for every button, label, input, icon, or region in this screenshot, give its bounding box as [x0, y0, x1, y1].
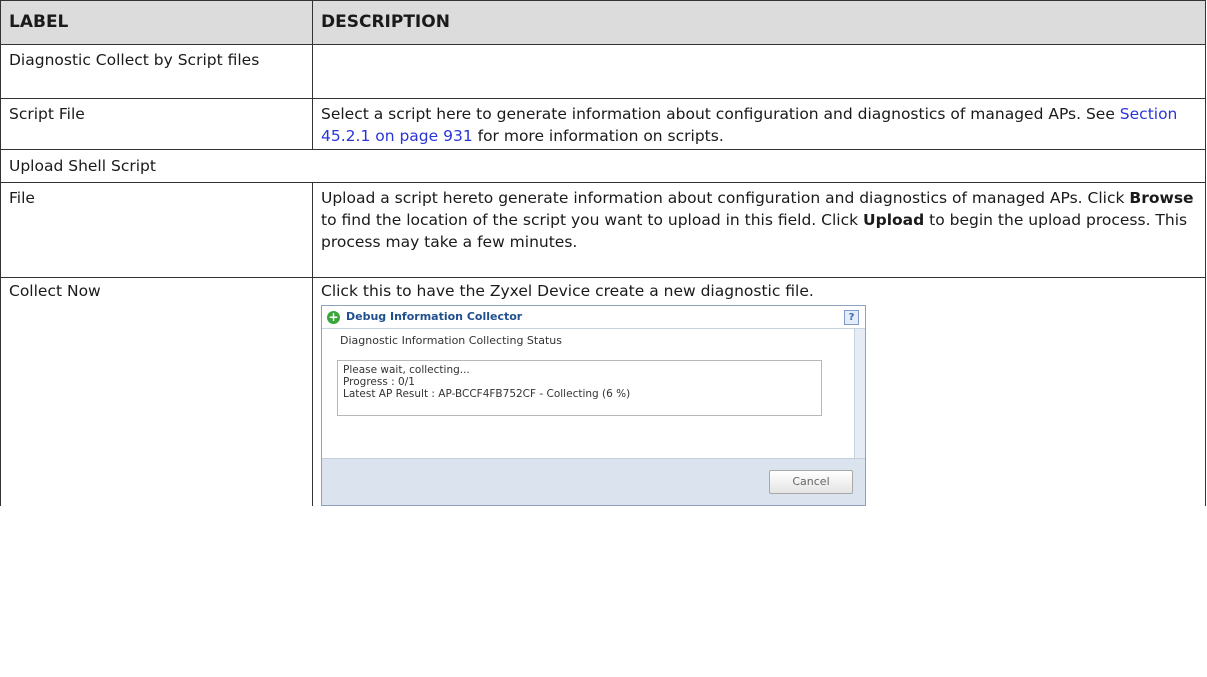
- table-row: Diagnostic Collect by Script files: [0, 44, 1206, 99]
- upload-term: Upload: [863, 211, 925, 229]
- status-heading: Diagnostic Information Collecting Status: [340, 334, 562, 347]
- description-column-header: DESCRIPTION: [312, 0, 1206, 45]
- table-row: Collect Now Click this to have the Zyxel…: [0, 277, 1206, 506]
- row-description: [312, 44, 1206, 99]
- table-header-row: LABEL DESCRIPTION: [0, 0, 1206, 45]
- table-section-row: Upload Shell Script: [0, 149, 1206, 183]
- browse-term: Browse: [1129, 189, 1194, 207]
- scrollbar[interactable]: [854, 329, 865, 459]
- debug-collector-dialog: + Debug Information Collector ? Diagnost…: [321, 305, 866, 506]
- row-description: Upload a script hereto generate informat…: [312, 182, 1206, 278]
- section-label: Upload Shell Script: [0, 149, 1206, 183]
- status-line: Progress : 0/1: [343, 376, 415, 388]
- table-row: File Upload a script hereto generate inf…: [0, 182, 1206, 278]
- status-textarea: Please wait, collecting... Progress : 0/…: [337, 360, 822, 416]
- label-column-header: LABEL: [0, 0, 313, 45]
- description-text: for more information on scripts.: [472, 127, 724, 145]
- description-text: Click this to have the Zyxel Device crea…: [321, 282, 814, 300]
- status-line: Please wait, collecting...: [343, 364, 470, 376]
- dialog-footer: Cancel: [322, 458, 865, 505]
- plus-circle-icon: +: [327, 309, 340, 324]
- row-description: Click this to have the Zyxel Device crea…: [312, 277, 1206, 506]
- dialog-title: Debug Information Collector: [346, 310, 523, 323]
- row-label: Diagnostic Collect by Script files: [0, 44, 313, 99]
- cancel-button[interactable]: Cancel: [769, 470, 853, 494]
- description-table: LABEL DESCRIPTION Diagnostic Collect by …: [0, 0, 1206, 506]
- description-text: to find the location of the script you w…: [321, 211, 864, 229]
- description-text: Upload a script hereto generate informat…: [321, 189, 1130, 207]
- row-label: File: [0, 182, 313, 278]
- description-text: Select a script here to generate informa…: [321, 105, 1120, 123]
- status-line: Latest AP Result : AP-BCCF4FB752CF - Col…: [343, 388, 631, 400]
- row-label: Collect Now: [0, 277, 313, 506]
- help-icon[interactable]: ?: [844, 310, 859, 325]
- row-description: Select a script here to generate informa…: [312, 98, 1206, 150]
- table-row: Script File Select a script here to gene…: [0, 98, 1206, 150]
- row-label: Script File: [0, 98, 313, 150]
- dialog-titlebar: + Debug Information Collector: [322, 306, 865, 329]
